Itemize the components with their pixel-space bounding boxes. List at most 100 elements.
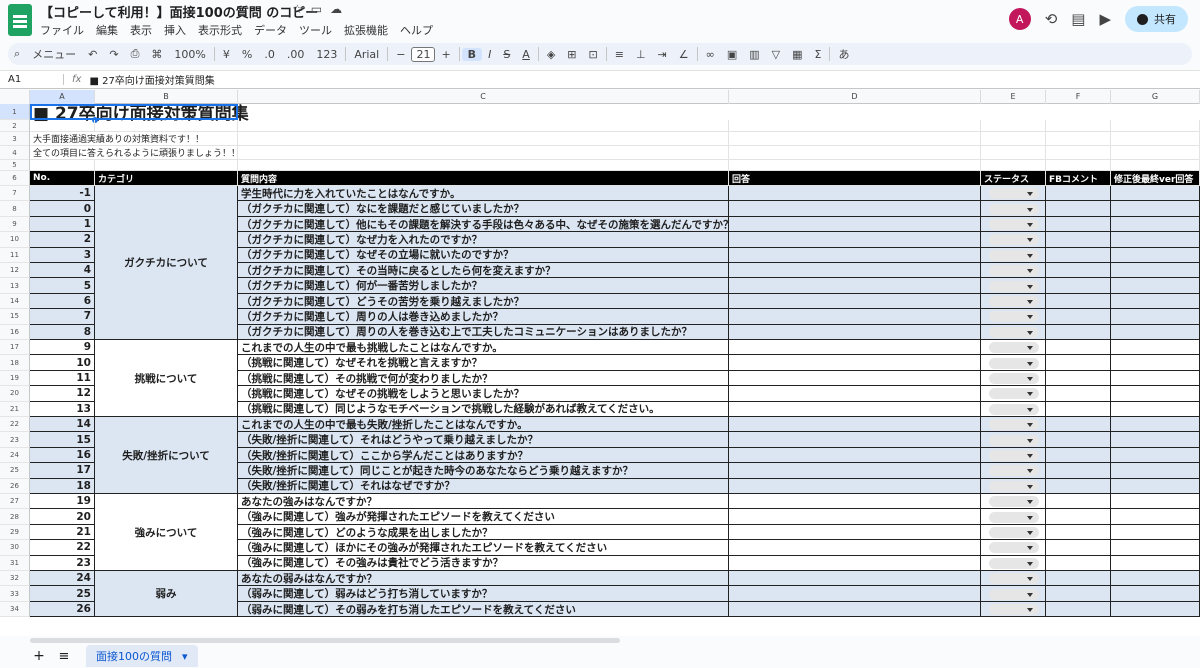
question-text[interactable]: 学生時代に力を入れていたことはなんですか。: [238, 186, 729, 202]
category-cell[interactable]: ガクチカについて: [95, 186, 238, 340]
final-answer-cell[interactable]: [1111, 186, 1200, 202]
empty-cell[interactable]: [729, 146, 981, 160]
status-dropdown[interactable]: [989, 203, 1039, 215]
question-number[interactable]: 3: [30, 247, 95, 263]
menu-item[interactable]: 挿入: [164, 22, 186, 38]
row-header[interactable]: 34: [0, 601, 30, 618]
sheet-tab-active[interactable]: 面接100の質問 ▾: [86, 645, 198, 667]
move-folder-icon[interactable]: ▭: [311, 2, 322, 16]
input-tools-button[interactable]: あ: [832, 46, 855, 62]
answer-cell[interactable]: [729, 293, 981, 310]
align-vertical-icon[interactable]: ⊥: [630, 48, 652, 61]
fb-comment-cell[interactable]: [1046, 216, 1111, 233]
insert-link-icon[interactable]: ∞: [700, 48, 721, 61]
status-dropdown[interactable]: [989, 326, 1039, 338]
final-answer-cell[interactable]: [1111, 478, 1200, 494]
final-answer-cell[interactable]: [1111, 201, 1200, 217]
question-number[interactable]: 0: [30, 201, 95, 217]
zoom-select[interactable]: 100%: [168, 48, 211, 61]
status-dropdown[interactable]: [989, 496, 1039, 508]
sheet-note[interactable]: 全ての項目に答えられるように頑張りましょう！！: [30, 146, 238, 160]
question-number[interactable]: 25: [30, 586, 95, 602]
bold-button[interactable]: B: [461, 47, 483, 61]
decrease-decimal-button[interactable]: .0: [258, 48, 281, 61]
question-number[interactable]: 14: [30, 417, 95, 433]
filter-icon[interactable]: ▽: [766, 48, 786, 61]
question-text[interactable]: （ガクチカに関連して）その当時に戻るとしたら何を変えますか？: [238, 263, 729, 279]
fb-comment-cell[interactable]: [1046, 586, 1111, 602]
status-dropdown[interactable]: [989, 557, 1039, 569]
share-button[interactable]: 共有: [1125, 6, 1188, 32]
question-number[interactable]: 13: [30, 401, 95, 417]
empty-cell[interactable]: [1111, 120, 1200, 132]
question-number[interactable]: 21: [30, 524, 95, 541]
fb-comment-cell[interactable]: [1046, 355, 1111, 371]
final-answer-cell[interactable]: [1111, 463, 1200, 479]
menu-item[interactable]: 表示: [130, 22, 152, 38]
row-header[interactable]: 24: [0, 447, 30, 464]
question-text[interactable]: これまでの人生の中で最も失敗/挫折したことはなんですか。: [238, 417, 729, 433]
answer-cell[interactable]: [729, 340, 981, 356]
question-number[interactable]: 9: [30, 340, 95, 356]
answer-cell[interactable]: [729, 309, 981, 325]
status-dropdown[interactable]: [989, 527, 1039, 538]
meet-icon[interactable]: ▶: [1099, 10, 1111, 28]
chevron-down-icon[interactable]: ▾: [182, 650, 188, 663]
cloud-status-icon[interactable]: ☁: [330, 2, 342, 16]
question-text[interactable]: （強みに関連して）強みが発揮されたエピソードを教えてください: [238, 509, 729, 525]
fb-comment-cell[interactable]: [1046, 571, 1111, 587]
fb-comment-cell[interactable]: [1046, 263, 1111, 279]
answer-cell[interactable]: [729, 447, 981, 464]
name-box[interactable]: A1: [0, 74, 64, 85]
status-dropdown[interactable]: [989, 434, 1039, 446]
question-text[interactable]: （挑戦に関連して）なぜそれを挑戦と言えますか？: [238, 355, 729, 371]
status-dropdown[interactable]: [989, 511, 1039, 523]
status-dropdown[interactable]: [989, 373, 1039, 384]
percent-format-button[interactable]: %: [236, 48, 258, 61]
category-cell[interactable]: 失敗/挫折について: [95, 417, 238, 494]
question-number[interactable]: 24: [30, 571, 95, 587]
fb-comment-cell[interactable]: [1046, 432, 1111, 448]
category-cell[interactable]: 挑戦について: [95, 340, 238, 417]
borders-icon[interactable]: ⊞: [561, 48, 582, 61]
column-title[interactable]: No.: [30, 171, 95, 186]
row-header[interactable]: 10: [0, 232, 30, 248]
empty-cell[interactable]: [981, 120, 1046, 132]
fb-comment-cell[interactable]: [1046, 509, 1111, 525]
avatar[interactable]: A: [1008, 8, 1031, 30]
question-text[interactable]: （失敗/挫折に関連して）同じことが起きた時今のあなたならどう乗り越えますか？: [238, 463, 729, 479]
search-menu-icon[interactable]: ⌕: [8, 47, 26, 61]
question-number[interactable]: 18: [30, 478, 95, 494]
question-text[interactable]: （ガクチカに関連して）何が一番苦労しましたか？: [238, 278, 729, 294]
select-all-corner[interactable]: [0, 90, 30, 104]
final-answer-cell[interactable]: [1111, 355, 1200, 371]
question-text[interactable]: （ガクチカに関連して）どうその苦労を乗り越えましたか？: [238, 293, 729, 310]
question-number[interactable]: 19: [30, 494, 95, 510]
sheets-logo-icon[interactable]: [8, 4, 32, 36]
menu-item[interactable]: 表示形式: [198, 22, 242, 38]
row-header[interactable]: 1: [0, 104, 30, 120]
empty-cell[interactable]: [1046, 160, 1111, 171]
category-cell[interactable]: 強みについて: [95, 494, 238, 571]
comments-icon[interactable]: ▤: [1071, 10, 1085, 28]
column-header[interactable]: G: [1111, 90, 1200, 104]
question-text[interactable]: （強みに関連して）その強みは貴社でどう活きますか？: [238, 555, 729, 571]
column-title[interactable]: FBコメント: [1046, 171, 1111, 186]
increase-decimal-button[interactable]: .00: [281, 48, 311, 61]
align-horizontal-icon[interactable]: ≡: [609, 48, 630, 61]
fb-comment-cell[interactable]: [1046, 340, 1111, 356]
empty-cell[interactable]: [1046, 132, 1111, 146]
star-icon[interactable]: ☆: [292, 2, 303, 16]
status-dropdown[interactable]: [989, 573, 1039, 585]
row-header[interactable]: 17: [0, 340, 30, 356]
row-header[interactable]: 4: [0, 146, 30, 160]
question-number[interactable]: 23: [30, 555, 95, 571]
all-sheets-button[interactable]: ≡: [52, 649, 76, 664]
row-header[interactable]: 18: [0, 355, 30, 371]
status-dropdown[interactable]: [989, 265, 1039, 277]
final-answer-cell[interactable]: [1111, 340, 1200, 356]
row-header[interactable]: 7: [0, 186, 30, 202]
answer-cell[interactable]: [729, 247, 981, 263]
question-text[interactable]: （ガクチカに関連して）周りの人を巻き込む上で工夫したコミュニケーションはありまし…: [238, 324, 729, 340]
question-number[interactable]: 16: [30, 447, 95, 464]
